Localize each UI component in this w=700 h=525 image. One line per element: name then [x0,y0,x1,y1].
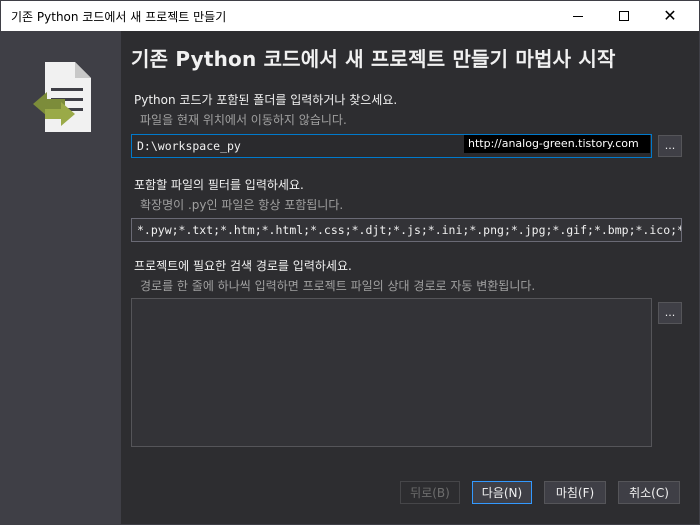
search-path-list[interactable] [131,298,652,447]
window-title: 기존 Python 코드에서 새 프로젝트 만들기 [11,10,227,24]
page-title: 기존 Python 코드에서 새 프로젝트 만들기 마법사 시작 [131,47,616,71]
close-button[interactable]: ✕ [647,1,693,31]
maximize-icon [619,11,629,21]
folder-sublabel: 파일을 현재 위치에서 이동하지 않습니다. [140,113,347,127]
search-path-label: 프로젝트에 필요한 검색 경로를 입력하세요. [134,259,352,273]
wizard-window: 기존 Python 코드에서 새 프로젝트 만들기 ✕ 기존 Python 코드… [0,0,700,525]
back-button[interactable]: 뒤로(B) [400,481,460,504]
close-icon: ✕ [663,6,677,25]
blog-watermark: http://analog-green.tistory.com [464,135,650,153]
search-path-sublabel: 경로를 한 줄에 하나씩 입력하면 프로젝트 파일의 상대 경로로 자동 변환됩… [140,279,536,293]
filter-label: 포함할 파일의 필터를 입력하세요. [134,178,304,192]
next-button[interactable]: 다음(N) [472,481,532,504]
cancel-button[interactable]: 취소(C) [618,481,680,504]
search-path-browse-button[interactable]: ... [658,302,682,324]
folder-browse-button[interactable]: ... [658,135,682,157]
maximize-button[interactable] [601,1,647,31]
title-bar[interactable]: 기존 Python 코드에서 새 프로젝트 만들기 ✕ [1,1,699,31]
wizard-side-panel [1,31,121,525]
finish-button[interactable]: 마침(F) [544,481,606,504]
wizard-document-icon [33,62,91,132]
filter-sublabel: 확장명이 .py인 파일은 항상 포함됩니다. [140,198,344,212]
filter-input[interactable]: *.pyw;*.txt;*.htm;*.html;*.css;*.djt;*.j… [131,218,682,242]
minimize-button[interactable] [555,1,601,31]
minimize-icon [573,15,583,17]
folder-label: Python 코드가 포함된 폴더를 입력하거나 찾으세요. [134,93,398,107]
